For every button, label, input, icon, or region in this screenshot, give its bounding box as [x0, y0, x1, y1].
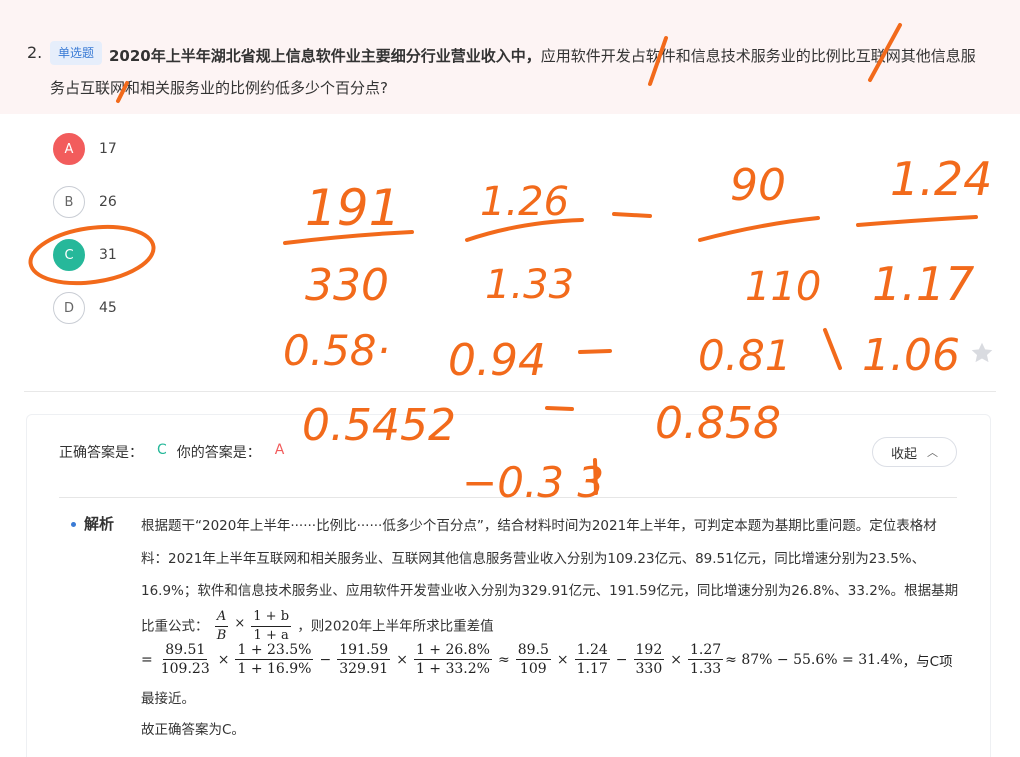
ink-text: 110 [745, 264, 821, 310]
collapse-button[interactable]: 收起 ︿ [872, 437, 957, 467]
divider [24, 391, 996, 392]
question-text-bold: 2020年上半年湖北省规上信息软件业主要细分行业营业收入中， [109, 47, 541, 65]
option-d[interactable]: D 45 [53, 292, 117, 324]
option-a-circle: A [53, 133, 85, 165]
ink-text: 330 [305, 260, 389, 311]
question-number: 2. [27, 43, 43, 62]
ink-text: 0.58· [283, 326, 390, 375]
ink-text: 90 [730, 160, 786, 211]
option-b-value: 26 [99, 194, 117, 210]
calc-formula: = 89.51 109.23 × 1 + 23.5% 1 + 16.9% − 191… [141, 642, 953, 677]
option-d-circle: D [53, 292, 85, 324]
option-b-circle: B [53, 186, 85, 218]
ink-text: 1.17 [872, 257, 974, 311]
collapse-label: 收起 [890, 446, 917, 462]
ink-minus-1 [612, 212, 652, 218]
answer-summary: 正确答案是： C 你的答案是： A [59, 442, 284, 462]
ink-fraction-bar-1 [283, 230, 414, 245]
bullet-dot-icon [71, 522, 76, 527]
chevron-up-icon: ︿ [927, 446, 938, 459]
ink-text: 1.06 [862, 330, 960, 381]
explanation-label: 解析 [84, 515, 115, 533]
correct-answer-value: C [157, 442, 167, 458]
ink-text: 1.26 [480, 179, 569, 225]
correct-answer-label: 正确答案是： [59, 445, 143, 461]
ink-fraction-bar-3 [698, 216, 820, 242]
final-answer-text: 故正确答案为C。 [141, 722, 245, 738]
explanation-text: 根据题干“2020年上半年······比例比······低多少个百分点”，结合材… [141, 510, 961, 645]
option-c-circle: C [53, 239, 85, 271]
ink-fraction-bar-2 [465, 218, 584, 242]
ink-fraction-bar-4 [856, 215, 978, 227]
formula-inline: AB × 1 + b1 + a [214, 608, 292, 643]
option-a[interactable]: A 17 [53, 133, 117, 165]
ink-text: 191 [305, 179, 400, 237]
ink-minus-2 [578, 349, 612, 354]
ink-text: 1.33 [485, 262, 574, 308]
option-c[interactable]: C 31 [53, 239, 117, 271]
option-a-value: 17 [99, 141, 117, 157]
favorite-star-icon[interactable] [969, 340, 995, 366]
option-b[interactable]: B 26 [53, 186, 117, 218]
option-c-value: 31 [99, 247, 117, 263]
explanation-continued: 最接近。 [141, 691, 195, 707]
option-d-value: 45 [99, 300, 117, 316]
formula-tail: ，则2020年上半年所求比重差值 [297, 618, 494, 634]
ink-text: 0.94 [448, 335, 546, 386]
ink-text: 0.81 [698, 331, 792, 380]
your-answer-label: 你的答案是： [176, 445, 261, 461]
answer-divider [59, 497, 957, 498]
ink-text: 1.24 [890, 152, 992, 206]
your-answer-value: A [274, 442, 285, 458]
ink-minus-3 [545, 406, 574, 411]
question-text: 2020年上半年湖北省规上信息软件业主要细分行业营业收入中，应用软件开发占软件和… [50, 40, 985, 104]
ink-stroke [823, 328, 842, 370]
